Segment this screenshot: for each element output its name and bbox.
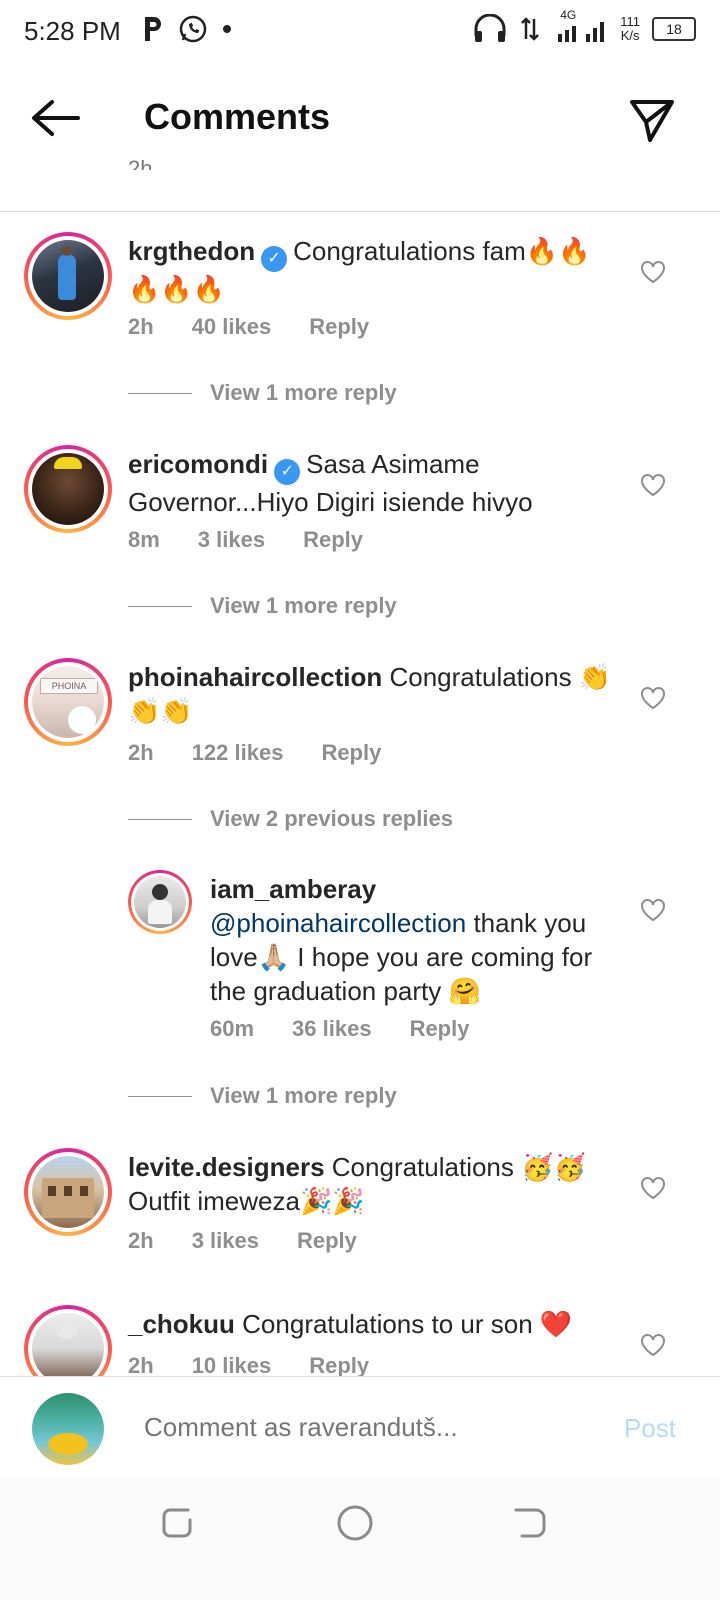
like-heart-icon[interactable] bbox=[640, 1176, 666, 1200]
comment-time: 2h bbox=[128, 1353, 154, 1376]
send-icon[interactable] bbox=[628, 96, 676, 144]
comments-header: Comments bbox=[0, 70, 720, 170]
post-button[interactable]: Post bbox=[624, 1413, 676, 1444]
reply-button[interactable]: Reply bbox=[303, 527, 363, 553]
comment-username[interactable]: krgthedon bbox=[128, 236, 255, 266]
comment-body: krgthedon ✓ Congratulations fam🔥🔥🔥🔥🔥 bbox=[128, 234, 618, 306]
comment-meta: 8m 3 likes Reply bbox=[128, 527, 363, 553]
header-divider bbox=[0, 211, 720, 212]
comment-username[interactable]: levite.designers bbox=[128, 1152, 325, 1182]
verified-badge-icon: ✓ bbox=[274, 459, 301, 485]
comment-time: 2h bbox=[128, 740, 154, 765]
avatar[interactable] bbox=[24, 232, 112, 320]
reply-meta: 60m 36 likes Reply bbox=[210, 1016, 469, 1042]
avatar[interactable] bbox=[24, 445, 112, 533]
comment-text: Congratulations to ur son ❤️ bbox=[242, 1309, 573, 1339]
reply-button[interactable]: Reply bbox=[297, 1228, 357, 1254]
reply-username[interactable]: iam_amberay bbox=[210, 872, 620, 906]
avatar[interactable] bbox=[24, 1305, 112, 1376]
comment-likes[interactable]: 40 likes bbox=[192, 314, 272, 340]
comment-body: _chokuu Congratulations to ur son ❤️ bbox=[128, 1307, 618, 1341]
mention-link[interactable]: @phoinahaircollection bbox=[210, 908, 466, 938]
back-nav-icon[interactable] bbox=[510, 1502, 550, 1542]
comment-username[interactable]: _chokuu bbox=[128, 1309, 235, 1339]
verified-badge-icon: ✓ bbox=[261, 246, 288, 272]
comment-input[interactable] bbox=[142, 1411, 586, 1444]
caption-time-peek: 2h bbox=[128, 156, 153, 170]
dot-icon bbox=[223, 25, 231, 33]
avatar[interactable] bbox=[24, 1148, 112, 1236]
comment-likes[interactable]: 3 likes bbox=[192, 1228, 259, 1254]
status-bar: 5:28 PM 4G 111 K/s 18 bbox=[0, 0, 720, 66]
like-heart-icon[interactable] bbox=[640, 473, 666, 497]
network-type: 4G bbox=[560, 8, 577, 22]
comment-meta: 2h 10 likes Reply bbox=[128, 1353, 369, 1376]
status-time: 5:28 PM bbox=[24, 16, 121, 46]
back-arrow-icon[interactable] bbox=[30, 98, 82, 138]
avatar-shop-sign: PHOINA bbox=[40, 678, 98, 694]
recent-apps-icon[interactable] bbox=[158, 1502, 198, 1542]
comment-meta: 2h 122 likes Reply bbox=[128, 740, 381, 766]
avatar[interactable] bbox=[128, 870, 192, 934]
comment-time: 2h bbox=[128, 1228, 154, 1253]
parking-app-icon bbox=[145, 17, 161, 41]
net-speed: 111 K/s bbox=[620, 14, 640, 43]
page-title: Comments bbox=[144, 96, 331, 137]
like-heart-icon[interactable] bbox=[640, 260, 666, 284]
reply-button[interactable]: Reply bbox=[309, 314, 369, 340]
home-icon[interactable] bbox=[334, 1502, 376, 1544]
like-heart-icon[interactable] bbox=[640, 686, 666, 710]
comment-meta: 2h 40 likes Reply bbox=[128, 314, 369, 340]
reply-time: 60m bbox=[210, 1016, 255, 1041]
view-replies-button[interactable]: View 1 more reply bbox=[128, 1083, 397, 1109]
current-user-avatar bbox=[32, 1393, 104, 1465]
battery-icon: 18 bbox=[652, 17, 696, 41]
reply-body: iam_amberay @phoinahaircollection thank … bbox=[210, 872, 620, 1008]
view-replies-button[interactable]: View 2 previous replies bbox=[128, 806, 453, 832]
data-transfer-icon bbox=[521, 17, 540, 41]
whatsapp-icon bbox=[179, 15, 207, 43]
comment-time: 8m bbox=[128, 527, 160, 552]
comment-time: 2h bbox=[128, 314, 154, 339]
view-replies-button[interactable]: View 1 more reply bbox=[128, 593, 397, 619]
like-heart-icon[interactable] bbox=[640, 1333, 666, 1357]
comment-body: ericomondi ✓ Sasa Asimame Governor...Hiyo … bbox=[128, 447, 618, 519]
comment-likes[interactable]: 10 likes bbox=[192, 1353, 272, 1376]
comment-body: levite.designers Congratulations 🥳🥳 Outf… bbox=[128, 1150, 618, 1218]
signal-icon: 4G bbox=[552, 8, 608, 44]
comment-body: phoinahaircollection Congratulations 👏👏👏 bbox=[128, 660, 618, 728]
comment-meta: 2h 3 likes Reply bbox=[128, 1228, 357, 1254]
reply-button[interactable]: Reply bbox=[410, 1016, 470, 1042]
status-notification-icons bbox=[142, 14, 232, 44]
comment-likes[interactable]: 3 likes bbox=[198, 527, 265, 553]
reply-likes[interactable]: 36 likes bbox=[292, 1016, 372, 1042]
system-nav-bar bbox=[0, 1478, 720, 1600]
reply-button[interactable]: Reply bbox=[309, 1353, 369, 1376]
comment-username[interactable]: phoinahaircollection bbox=[128, 662, 382, 692]
like-heart-icon[interactable] bbox=[640, 898, 666, 922]
view-replies-button[interactable]: View 1 more reply bbox=[128, 380, 397, 406]
avatar[interactable]: PHOINA bbox=[24, 658, 112, 746]
headphones-icon bbox=[474, 14, 506, 42]
comment-item: _chokuu Congratulations to ur son ❤️ 2h … bbox=[0, 1305, 720, 1376]
status-system-icons: 4G 111 K/s 18 bbox=[472, 8, 696, 44]
comment-likes[interactable]: 122 likes bbox=[192, 740, 284, 766]
comment-input-bar: Post bbox=[0, 1376, 720, 1479]
comment-username[interactable]: ericomondi bbox=[128, 449, 268, 479]
reply-button[interactable]: Reply bbox=[321, 740, 381, 766]
